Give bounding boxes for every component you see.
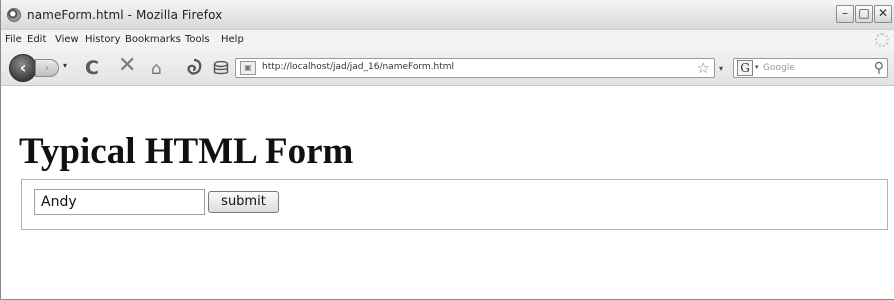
reload-icon[interactable]: C <box>85 58 99 78</box>
menu-edit[interactable]: Edit <box>27 34 46 45</box>
url-history-dropdown-icon[interactable]: ▾ <box>719 64 723 73</box>
page-content: Typical HTML Form submit <box>1 87 894 299</box>
firefox-app-icon <box>7 8 21 22</box>
stack-icon <box>213 60 229 75</box>
back-button[interactable]: ‹ <box>9 54 37 82</box>
menu-view[interactable]: View <box>55 34 79 45</box>
name-form: submit <box>21 179 888 230</box>
menu-bookmarks[interactable]: Bookmarks <box>125 34 181 45</box>
page-title: Typical HTML Form <box>19 131 354 172</box>
search-bar[interactable]: G ▾ Google ⚲ <box>733 58 888 78</box>
site-identity-icon[interactable]: ▣ <box>240 61 256 75</box>
menu-help[interactable]: Help <box>221 34 244 45</box>
close-button[interactable]: ✕ <box>874 5 892 23</box>
browser-window: nameForm.html - Mozilla Firefox – □ ✕ Fi… <box>0 0 894 300</box>
submit-button[interactable]: submit <box>208 191 279 213</box>
bookmark-star-icon[interactable]: ☆ <box>697 59 710 77</box>
search-go-icon[interactable]: ⚲ <box>874 60 884 76</box>
engine-dropdown-icon[interactable]: ▾ <box>755 63 759 71</box>
stop-icon[interactable]: ✕ <box>118 55 136 77</box>
title-bar: nameForm.html - Mozilla Firefox – □ ✕ <box>1 0 894 30</box>
menu-history[interactable]: History <box>85 34 121 45</box>
minimize-button[interactable]: – <box>836 5 854 23</box>
forward-button[interactable]: › <box>35 59 59 77</box>
maximize-button[interactable]: □ <box>855 5 873 23</box>
menu-file[interactable]: File <box>5 34 22 45</box>
navigation-toolbar: ‹ › ▾ C ✕ ⌂ ▣ http://localhost/jad/jad_1… <box>1 50 894 86</box>
extension-icon[interactable] <box>185 58 203 83</box>
menu-bar: File Edit View History Bookmarks Tools H… <box>1 30 894 50</box>
search-input[interactable]: Google <box>763 63 795 73</box>
google-engine-icon[interactable]: G <box>737 60 753 76</box>
menu-tools[interactable]: Tools <box>185 34 210 45</box>
name-input[interactable] <box>34 189 205 215</box>
history-dropdown-icon[interactable]: ▾ <box>63 61 67 70</box>
address-bar[interactable]: ▣ http://localhost/jad/jad_16/nameForm.h… <box>235 58 715 78</box>
window-controls: – □ ✕ <box>836 5 892 23</box>
home-icon[interactable]: ⌂ <box>151 59 162 79</box>
activity-throbber-icon <box>875 33 889 47</box>
window-title: nameForm.html - Mozilla Firefox <box>27 8 223 22</box>
database-icon[interactable] <box>213 60 229 80</box>
spiral-extension-icon <box>187 58 202 75</box>
url-text[interactable]: http://localhost/jad/jad_16/nameForm.htm… <box>262 62 454 72</box>
